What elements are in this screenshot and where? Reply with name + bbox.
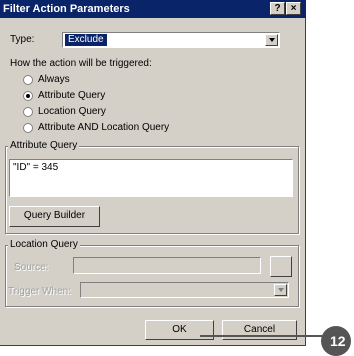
callout-badge: 12 [321,326,351,356]
callout-leader-line [200,335,322,337]
